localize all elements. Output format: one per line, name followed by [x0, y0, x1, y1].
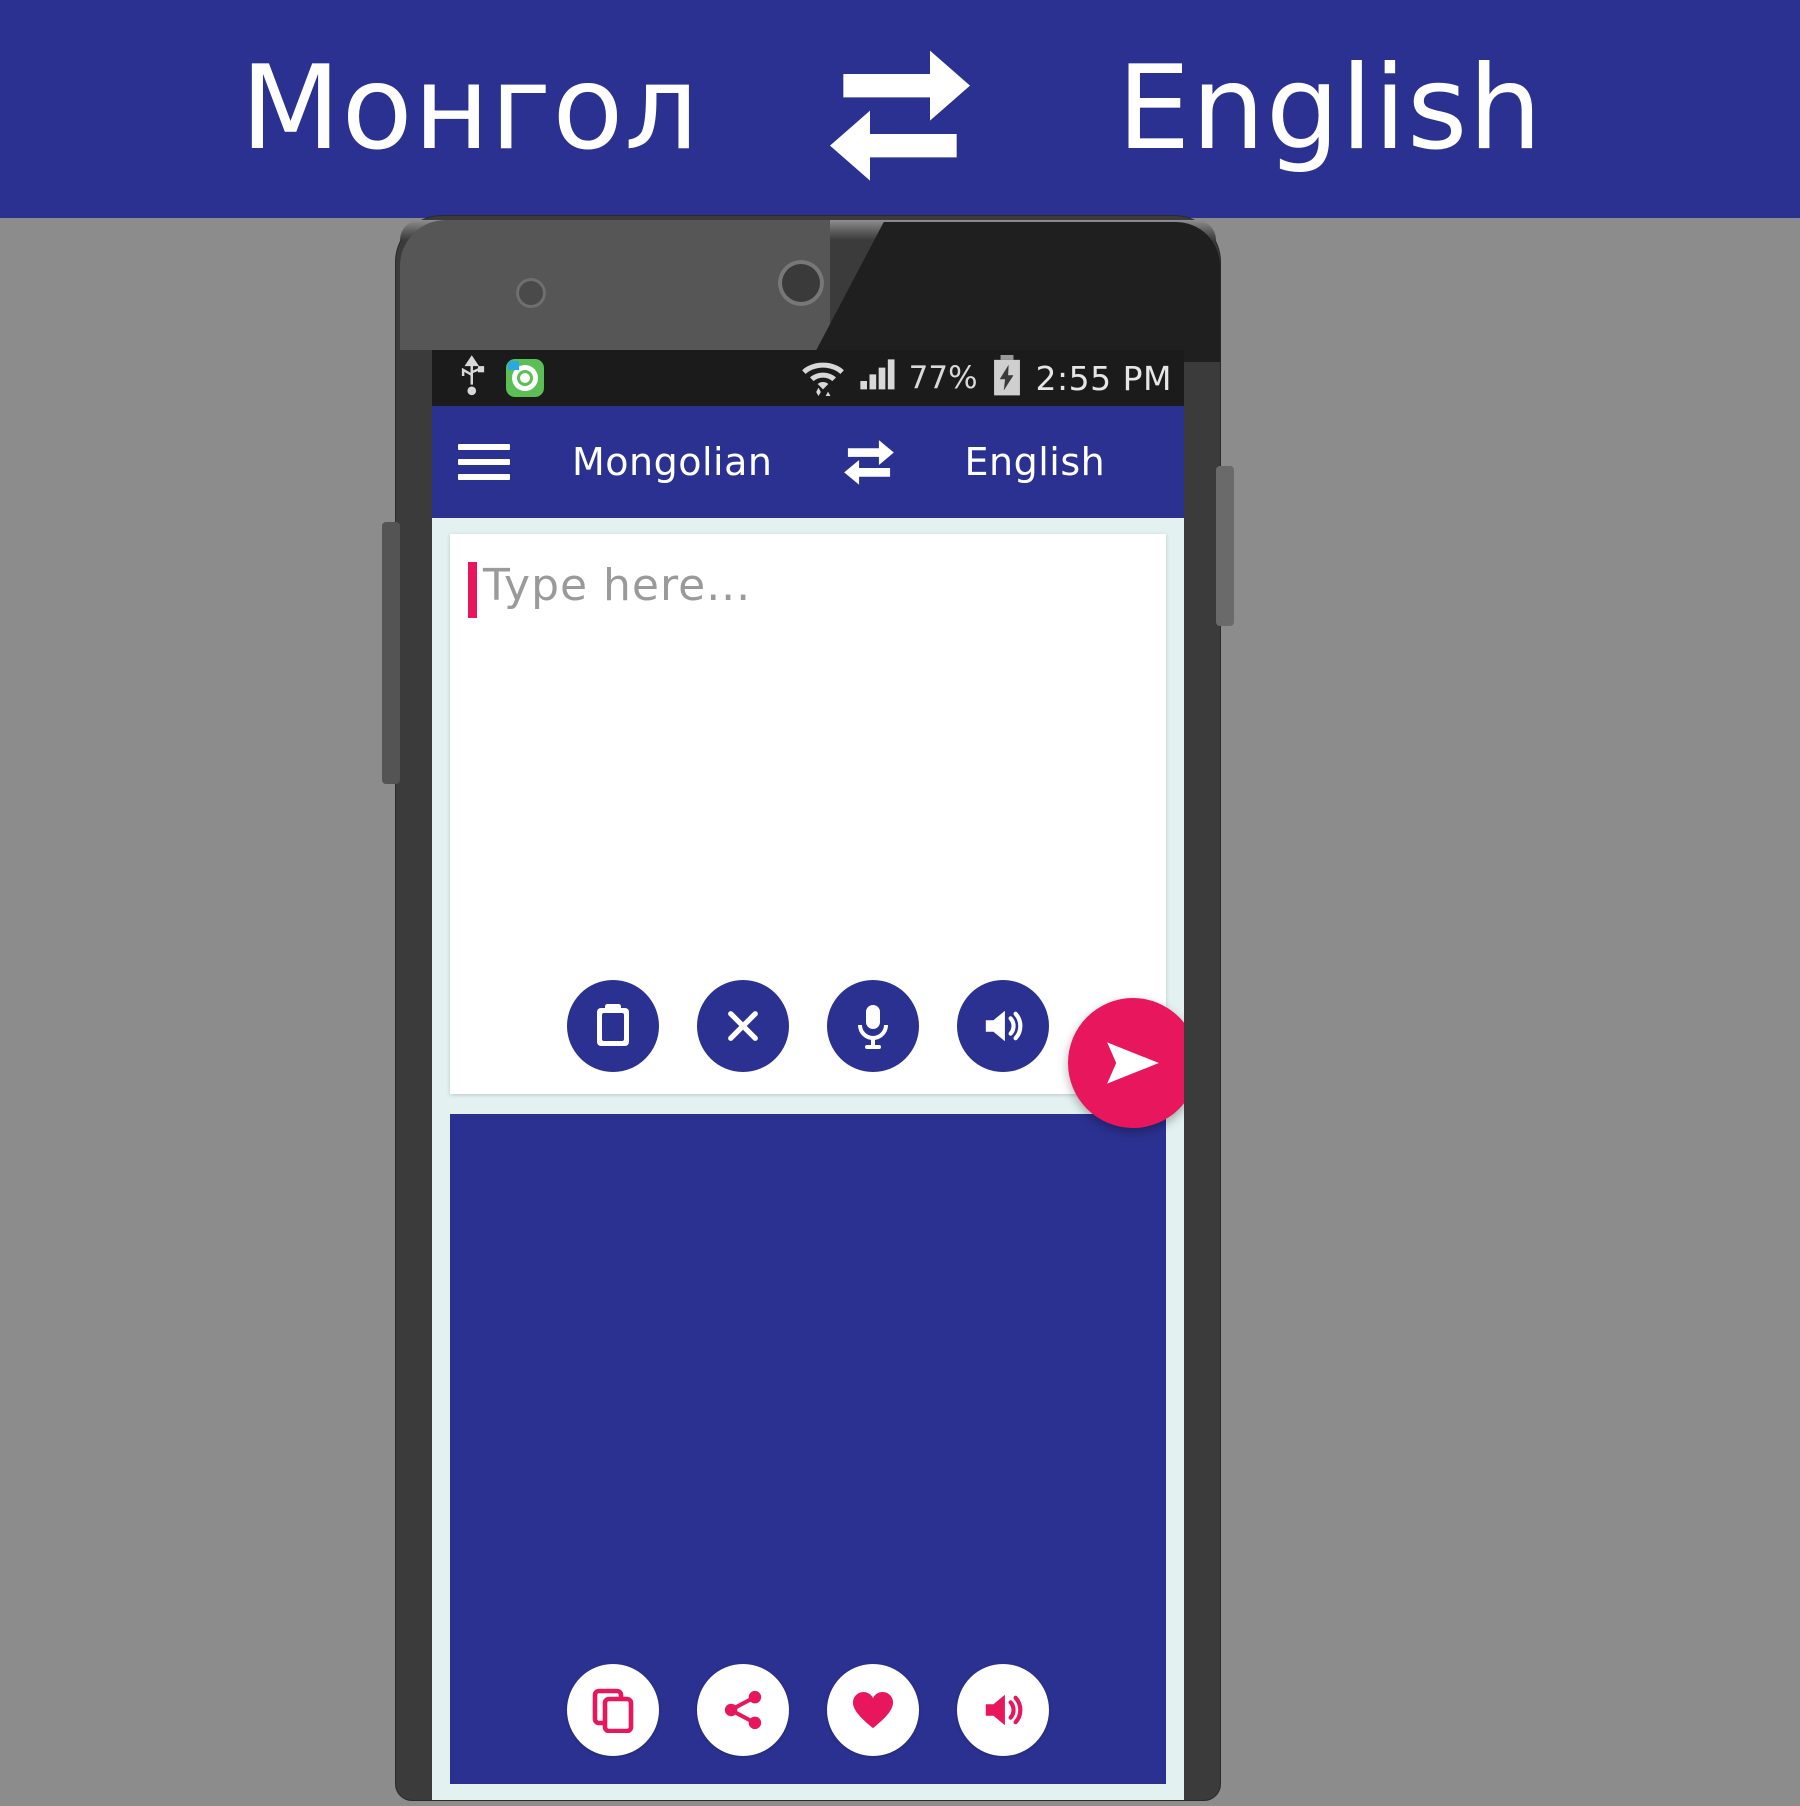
clipboard-icon [597, 1004, 629, 1046]
battery-percent: 77% [908, 360, 978, 396]
power-button[interactable] [1216, 466, 1234, 626]
battery-charging-icon [990, 354, 1024, 402]
listen-button[interactable] [957, 980, 1049, 1072]
speaker-icon [985, 1010, 1023, 1042]
usb-icon [458, 354, 488, 402]
heart-icon [852, 1692, 894, 1729]
toolbar-target-language[interactable]: English [964, 440, 1105, 484]
status-bar-clock: 2:55 PM [1035, 358, 1172, 398]
app-toolbar: Mongolian English [432, 406, 1184, 518]
phone-bezel-highlight [400, 220, 830, 350]
translated-text-card [450, 1114, 1166, 1784]
app-notification-icon [506, 359, 544, 397]
phone-screen: 77% 2:55 PM Mongolian English Type here.… [432, 350, 1184, 1800]
copy-button[interactable] [567, 1664, 659, 1756]
source-text-input[interactable]: Type here... [450, 534, 1166, 618]
front-camera-icon [516, 278, 546, 308]
promo-banner: Монгол English [0, 0, 1800, 218]
earpiece-sensor [778, 260, 824, 306]
source-action-row [450, 980, 1166, 1072]
result-action-row [450, 1664, 1166, 1756]
hamburger-menu-icon[interactable] [458, 444, 510, 480]
source-text-card: Type here... [450, 534, 1166, 1094]
favorite-button[interactable] [827, 1664, 919, 1756]
banner-swap-icon [780, 34, 1020, 184]
share-icon [724, 1690, 762, 1730]
toolbar-source-language[interactable]: Mongolian [572, 440, 772, 484]
close-x-icon [728, 1011, 758, 1041]
wifi-icon [801, 356, 845, 401]
source-text-placeholder: Type here... [483, 560, 752, 611]
paste-button[interactable] [567, 980, 659, 1072]
app-content: Type here... [432, 518, 1184, 1800]
speak-button[interactable] [827, 980, 919, 1072]
speaker-icon [985, 1694, 1023, 1726]
toolbar-swap-icon[interactable] [838, 432, 900, 493]
text-caret [468, 562, 477, 618]
signal-bars-icon [857, 356, 897, 401]
speak-out-button[interactable] [957, 1664, 1049, 1756]
volume-button[interactable] [382, 522, 400, 784]
microphone-icon [858, 1005, 888, 1049]
phone-mockup: 77% 2:55 PM Mongolian English Type here.… [382, 216, 1234, 1806]
copy-icon [592, 1688, 634, 1733]
status-bar: 77% 2:55 PM [432, 350, 1184, 406]
banner-source-language: Монгол [240, 41, 700, 176]
clear-button[interactable] [697, 980, 789, 1072]
share-button[interactable] [697, 1664, 789, 1756]
translate-send-button[interactable] [1068, 998, 1184, 1128]
banner-target-language: English [1117, 41, 1543, 176]
send-paper-plane-icon [1107, 1042, 1159, 1084]
